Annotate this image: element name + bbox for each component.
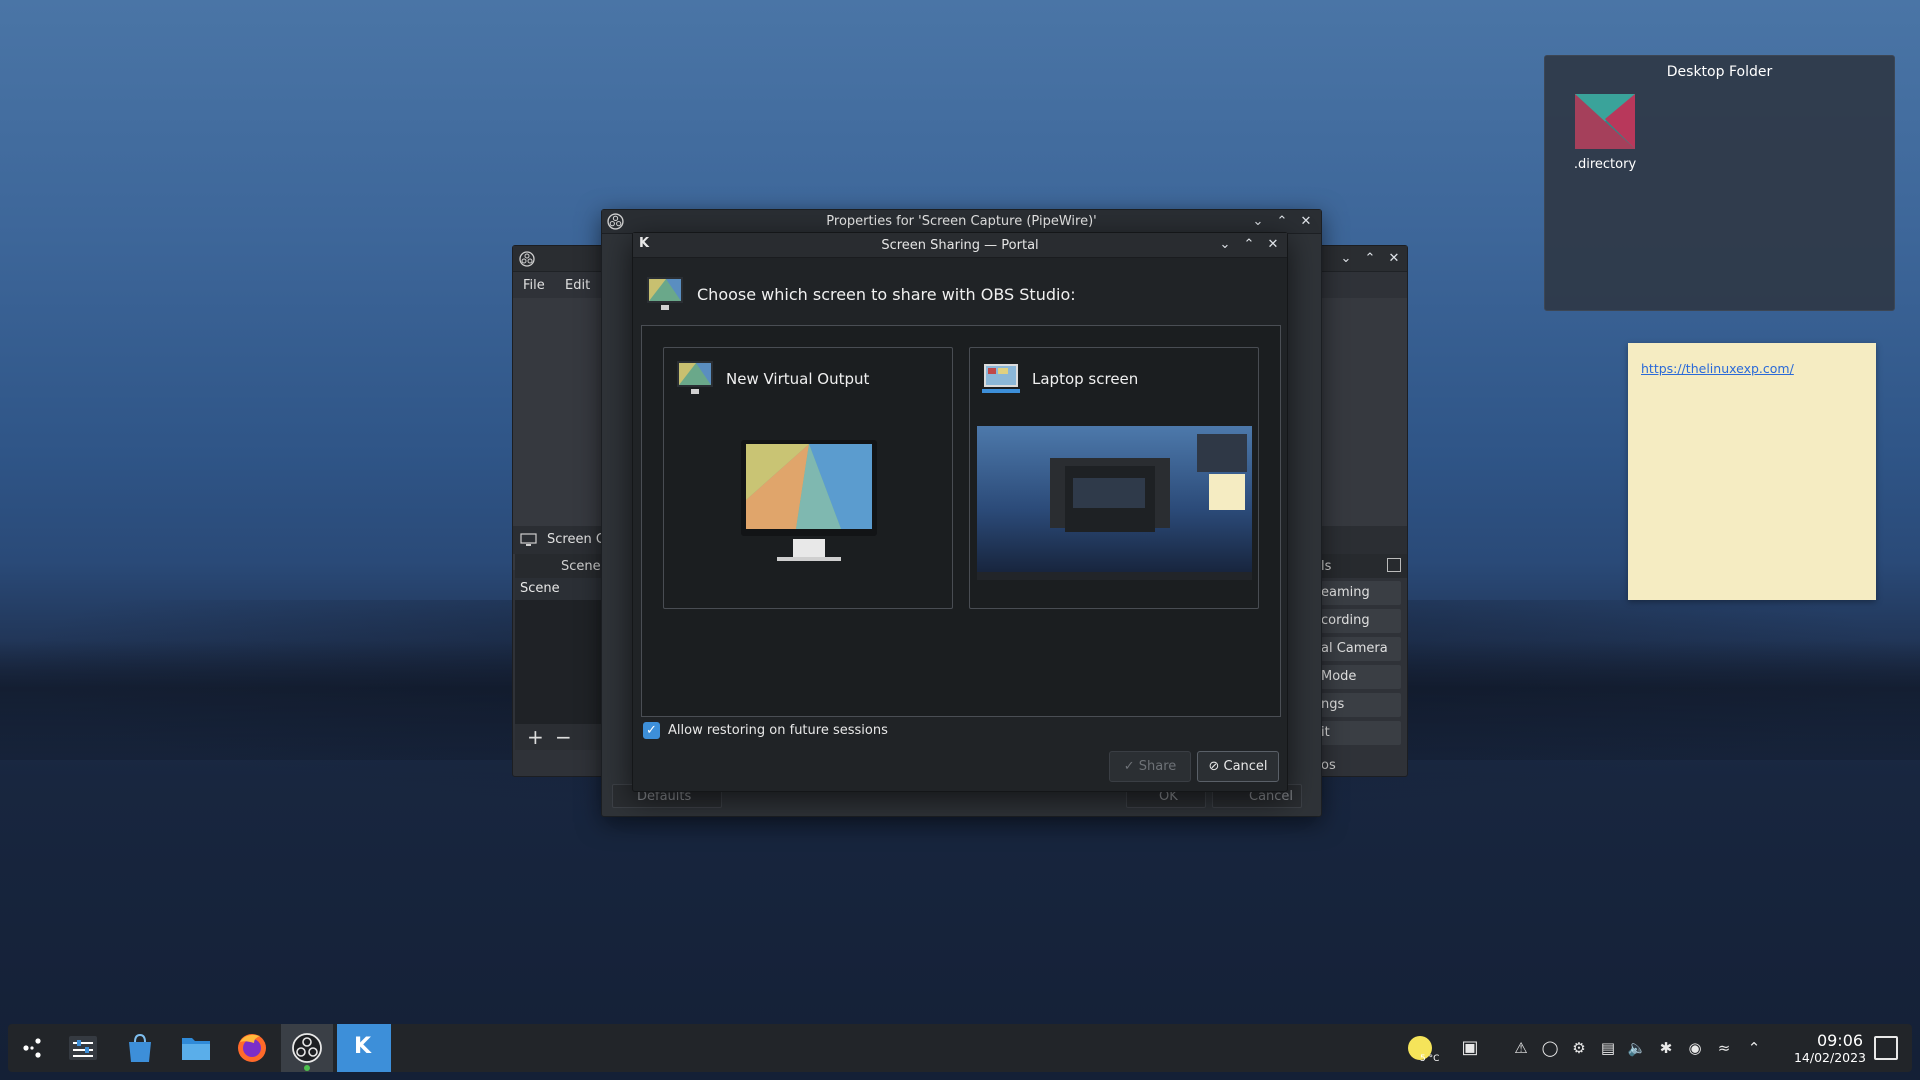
directory-file-icon[interactable] <box>1575 94 1635 149</box>
undock-icon[interactable] <box>1387 558 1401 572</box>
add-scene-icon[interactable]: + <box>527 725 544 749</box>
monitor-app-icon <box>647 277 683 310</box>
portal-title: Screen Sharing — Portal <box>881 238 1039 253</box>
share-button[interactable]: ✓ Share <box>1109 751 1191 782</box>
virtual-monitor-preview <box>741 440 877 561</box>
portal-titlebar[interactable]: K Screen Sharing — Portal ⌄ ⌃ ✕ <box>633 233 1287 258</box>
screen-option-label: Laptop screen <box>1032 370 1139 388</box>
notifications-icon[interactable]: ⚠ <box>1511 1038 1531 1058</box>
close-icon[interactable]: ✕ <box>1385 250 1403 268</box>
minimize-icon[interactable]: ⌄ <box>1337 250 1355 268</box>
clipboard-icon[interactable]: ▤ <box>1598 1038 1618 1058</box>
studio-mode-button[interactable]: Mode <box>1321 665 1401 689</box>
scenes-toolbar: + − <box>515 724 605 750</box>
scenes-header: Scenes <box>515 554 607 578</box>
allow-restore-checkbox[interactable]: ✓ <box>643 722 660 739</box>
screen-option-laptop[interactable]: Laptop screen <box>969 347 1259 609</box>
clock-date[interactable]: 14/02/2023 <box>1788 1050 1872 1065</box>
portal-heading: Choose which screen to share with OBS St… <box>697 285 1076 304</box>
check-icon: ✓ <box>1123 759 1135 774</box>
kde-logo-icon: K <box>354 1034 372 1059</box>
cancel-button[interactable]: ⊘ Cancel <box>1197 751 1279 782</box>
screen-sharing-portal-dialog[interactable]: K Screen Sharing — Portal ⌄ ⌃ ✕ Choose w… <box>632 232 1288 792</box>
show-desktop-icon[interactable] <box>1874 1036 1898 1060</box>
maximize-icon[interactable]: ⌃ <box>1240 236 1258 254</box>
controls-header: ls <box>1321 554 1407 578</box>
scenes-list[interactable]: Scene <box>515 578 605 724</box>
close-icon[interactable]: ✕ <box>1297 213 1315 231</box>
desktop-folder-widget[interactable]: Desktop Folder .directory <box>1544 55 1895 311</box>
microphone-icon[interactable]: ◉ <box>1685 1038 1705 1058</box>
maximize-icon[interactable]: ⌃ <box>1273 213 1291 231</box>
screen-option-virtual-output[interactable]: New Virtual Output <box>663 347 953 609</box>
scene-item-label: Scene <box>520 581 560 596</box>
running-indicator <box>304 1065 310 1071</box>
file-manager-icon[interactable] <box>176 1030 216 1066</box>
screen-option-label: New Virtual Output <box>726 370 870 388</box>
directory-file-label: .directory <box>1573 157 1637 172</box>
virtual-camera-button[interactable]: al Camera <box>1321 637 1401 661</box>
properties-titlebar[interactable]: Properties for 'Screen Capture (PipeWire… <box>602 210 1321 234</box>
screen-options-list[interactable]: New Virtual Output Laptop screen <box>641 325 1281 717</box>
start-streaming-button[interactable]: eaming <box>1321 581 1401 605</box>
portal-task-active[interactable]: K <box>337 1024 391 1072</box>
firefox-icon[interactable] <box>232 1030 272 1066</box>
source-label: Screen C <box>547 532 605 547</box>
properties-title: Properties for 'Screen Capture (PipeWire… <box>826 214 1097 229</box>
discover-store-icon[interactable] <box>120 1030 160 1066</box>
cancel-label: Cancel <box>1223 759 1268 774</box>
menu-file[interactable]: File <box>523 278 545 293</box>
share-label: Share <box>1138 759 1177 774</box>
app-launcher-icon[interactable] <box>12 1030 52 1066</box>
allow-restore-label: Allow restoring on future sessions <box>668 723 888 738</box>
stop-recording-icon[interactable]: ▣ <box>1460 1038 1480 1058</box>
obs-task-active[interactable] <box>281 1024 333 1072</box>
taskbar-panel: K 5 °C ▣ ⚠ ◯ ⚙ ▤ 🔈 ✱ ◉ ≈ ⌃ 09:06 14/02/2… <box>8 1024 1912 1072</box>
cancel-icon: ⊘ <box>1208 759 1220 774</box>
laptop-icon <box>982 364 1020 393</box>
remove-scene-icon[interactable]: − <box>555 725 572 749</box>
monitor-icon <box>520 533 537 546</box>
bluetooth-icon[interactable]: ✱ <box>1656 1038 1676 1058</box>
controls-header-label: ls <box>1321 559 1332 574</box>
clock-time[interactable]: 09:06 <box>1808 1031 1872 1050</box>
virtual-monitor-icon <box>677 361 713 394</box>
updates-icon[interactable]: ⚙ <box>1569 1038 1589 1058</box>
note-link[interactable]: https://thelinuxexp.com/ <box>1641 361 1794 376</box>
minimize-icon[interactable]: ⌄ <box>1249 213 1267 231</box>
system-settings-icon[interactable] <box>63 1030 103 1066</box>
sticky-note[interactable]: https://thelinuxexp.com/ <box>1628 343 1876 600</box>
minimize-icon[interactable]: ⌄ <box>1216 236 1234 254</box>
obs-tray-icon[interactable]: ◯ <box>1540 1038 1560 1058</box>
laptop-screen-preview <box>977 426 1252 580</box>
expand-tray-icon[interactable]: ⌃ <box>1744 1038 1764 1058</box>
scene-item[interactable]: Scene <box>515 578 605 600</box>
start-recording-button[interactable]: cording <box>1321 609 1401 633</box>
desktop-folder-title: Desktop Folder <box>1666 64 1773 80</box>
wifi-icon[interactable]: ≈ <box>1714 1038 1734 1058</box>
close-icon[interactable]: ✕ <box>1264 236 1282 254</box>
obs-studio-icon <box>292 1033 322 1063</box>
settings-button[interactable]: ngs <box>1321 693 1401 717</box>
exit-button[interactable]: it <box>1321 721 1401 745</box>
obs-logo-icon <box>519 251 535 267</box>
weather-temperature: 5 °C <box>1420 1054 1440 1064</box>
maximize-icon[interactable]: ⌃ <box>1361 250 1379 268</box>
volume-icon[interactable]: 🔈 <box>1627 1038 1647 1058</box>
menu-edit[interactable]: Edit <box>565 278 590 293</box>
status-fps: os <box>1321 758 1336 773</box>
